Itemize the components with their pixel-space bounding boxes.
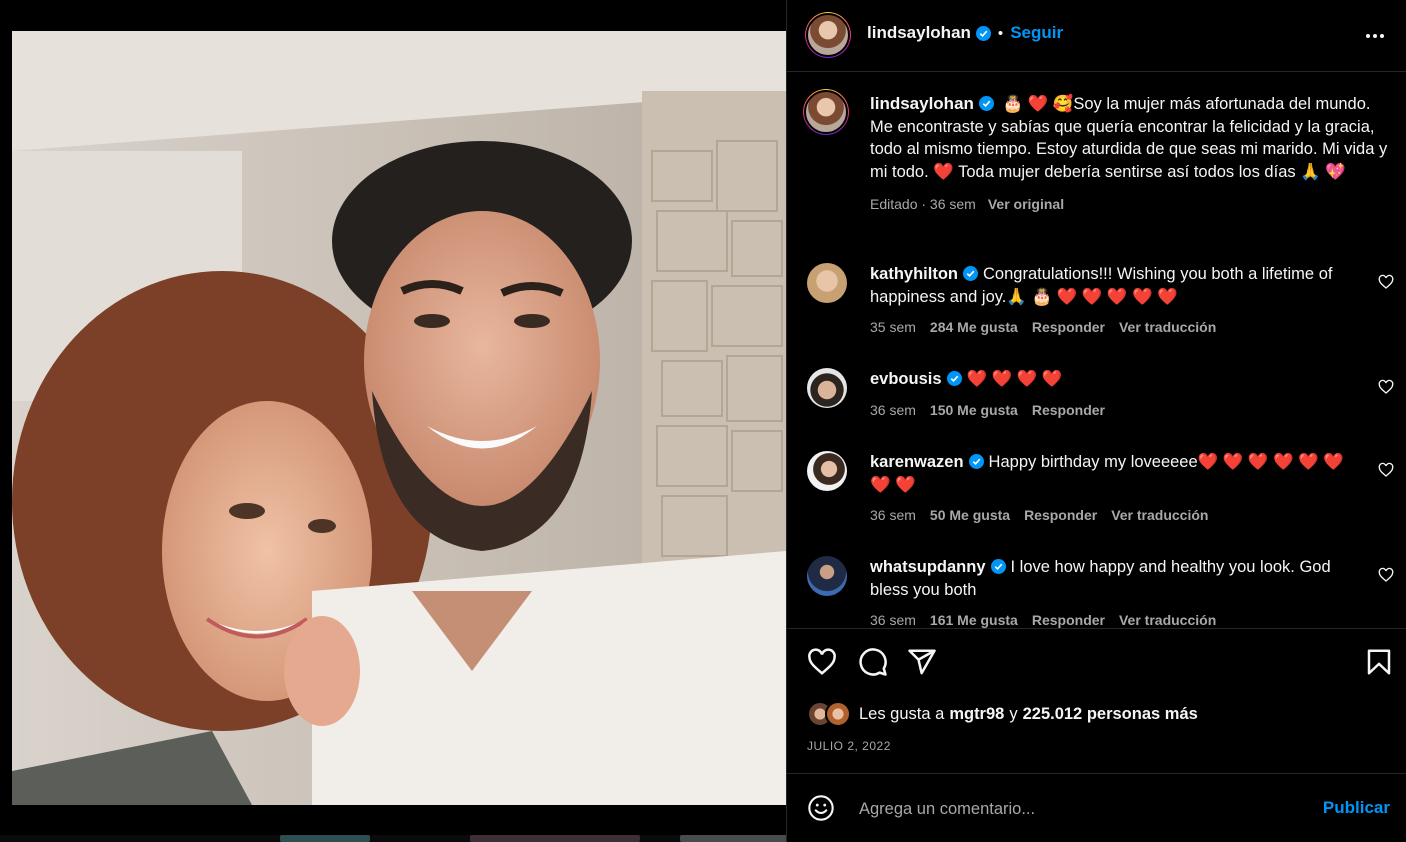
comment-meta: 36 sem 150 Me gusta Responder: [870, 402, 1105, 418]
comment-input[interactable]: [857, 794, 1301, 824]
likes-user[interactable]: mgtr98: [949, 705, 1004, 724]
commenter-avatar[interactable]: [807, 556, 847, 596]
caption-avatar[interactable]: [803, 89, 849, 135]
translate-link[interactable]: Ver traducción: [1119, 612, 1216, 628]
reply-button[interactable]: Responder: [1032, 402, 1105, 418]
verified-badge-icon: [968, 454, 984, 469]
verified-badge-icon: [975, 25, 991, 41]
reply-button[interactable]: Responder: [1032, 319, 1105, 335]
comment-body: karenwazen Happy birthday my loveeeee❤️ ❤…: [870, 451, 1360, 496]
emoji-icon[interactable]: [807, 794, 835, 822]
author-avatar[interactable]: [805, 12, 851, 58]
add-comment-bar: Publicar: [787, 773, 1406, 842]
save-bookmark-icon[interactable]: [1364, 647, 1394, 677]
translate-link[interactable]: Ver traducción: [1119, 319, 1216, 335]
comment-like-icon[interactable]: [1378, 274, 1394, 290]
likes-conj: y: [1009, 704, 1018, 723]
commenter-avatar[interactable]: [807, 368, 847, 408]
caption-username[interactable]: lindsaylohan: [870, 94, 974, 113]
commenter-username[interactable]: karenwazen: [870, 453, 964, 471]
comment-likes[interactable]: 150 Me gusta: [930, 402, 1018, 418]
post-actions: Les gusta a mgtr98 y 225.012 personas má…: [787, 628, 1406, 773]
comment-likes[interactable]: 161 Me gusta: [930, 612, 1018, 628]
verified-badge-icon: [946, 371, 962, 386]
comment-body: whatsupdanny I love how happy and healthy…: [870, 556, 1360, 601]
commenter-username[interactable]: whatsupdanny: [870, 558, 986, 576]
comment-meta: 35 sem 284 Me gusta Responder Ver traducció…: [870, 319, 1216, 335]
post-date[interactable]: JULIO 2, 2022: [807, 739, 891, 753]
comment-body: kathyhilton Congratulations!!! Wishing yo…: [870, 263, 1360, 308]
comment-like-icon[interactable]: [1378, 462, 1394, 478]
follow-button[interactable]: Seguir: [1010, 23, 1063, 43]
post-side-panel: lindsaylohan • Seguir lindsaylohan 🎂 ❤️ …: [786, 0, 1406, 842]
post-image: [12, 31, 786, 805]
likes-summary[interactable]: Les gusta a mgtr98 y 225.012 personas má…: [807, 701, 1198, 727]
comment-like-icon[interactable]: [1378, 567, 1394, 583]
comments-list[interactable]: lindsaylohan 🎂 ❤️ 🥰Soy la mujer más afor…: [787, 73, 1406, 628]
likes-prefix: Les gusta a: [859, 704, 945, 723]
comment-text: ❤️ ❤️ ❤️ ❤️: [966, 370, 1063, 388]
see-original-link[interactable]: Ver original: [988, 196, 1064, 212]
comment-body: evbousis ❤️ ❤️ ❤️ ❤️: [870, 368, 1360, 391]
commenter-avatar[interactable]: [807, 451, 847, 491]
post-photo[interactable]: [12, 31, 786, 805]
reply-button[interactable]: Responder: [1024, 507, 1097, 523]
share-paper-plane-icon[interactable]: [907, 647, 937, 677]
comment-time: 36 sem: [870, 612, 916, 628]
caption-edited: Editado · 36 sem: [870, 196, 976, 212]
comment-time: 36 sem: [870, 402, 916, 418]
post-header: lindsaylohan • Seguir: [787, 0, 1406, 72]
comment-like-icon[interactable]: [1378, 379, 1394, 395]
verified-badge-icon: [978, 96, 994, 111]
comment-meta: 36 sem 161 Me gusta Responder Ver traducció…: [870, 612, 1216, 628]
author-username[interactable]: lindsaylohan: [867, 23, 971, 43]
commenter-username[interactable]: kathyhilton: [870, 265, 958, 283]
comment-likes[interactable]: 284 Me gusta: [930, 319, 1018, 335]
comment-likes[interactable]: 50 Me gusta: [930, 507, 1010, 523]
like-heart-icon[interactable]: [807, 647, 837, 677]
comment-time: 35 sem: [870, 319, 916, 335]
likes-others[interactable]: 225.012 personas más: [1023, 705, 1198, 724]
caption-text-block: lindsaylohan 🎂 ❤️ 🥰Soy la mujer más afor…: [870, 93, 1390, 216]
liker-avatar: [825, 701, 851, 727]
caption-meta: Editado · 36 sem Ver original: [870, 193, 1390, 216]
reply-button[interactable]: Responder: [1032, 612, 1105, 628]
more-options-icon[interactable]: [1363, 24, 1387, 48]
separator-dot: •: [997, 24, 1004, 42]
verified-badge-icon: [963, 266, 979, 281]
comment-meta: 36 sem 50 Me gusta Responder Ver traducción: [870, 507, 1208, 523]
verified-badge-icon: [990, 559, 1006, 574]
commenter-avatar[interactable]: [807, 263, 847, 303]
translate-link[interactable]: Ver traducción: [1111, 507, 1208, 523]
commenter-username[interactable]: evbousis: [870, 370, 942, 388]
comment-bubble-icon[interactable]: [858, 647, 888, 677]
comment-time: 36 sem: [870, 507, 916, 523]
publish-button[interactable]: Publicar: [1323, 798, 1390, 818]
